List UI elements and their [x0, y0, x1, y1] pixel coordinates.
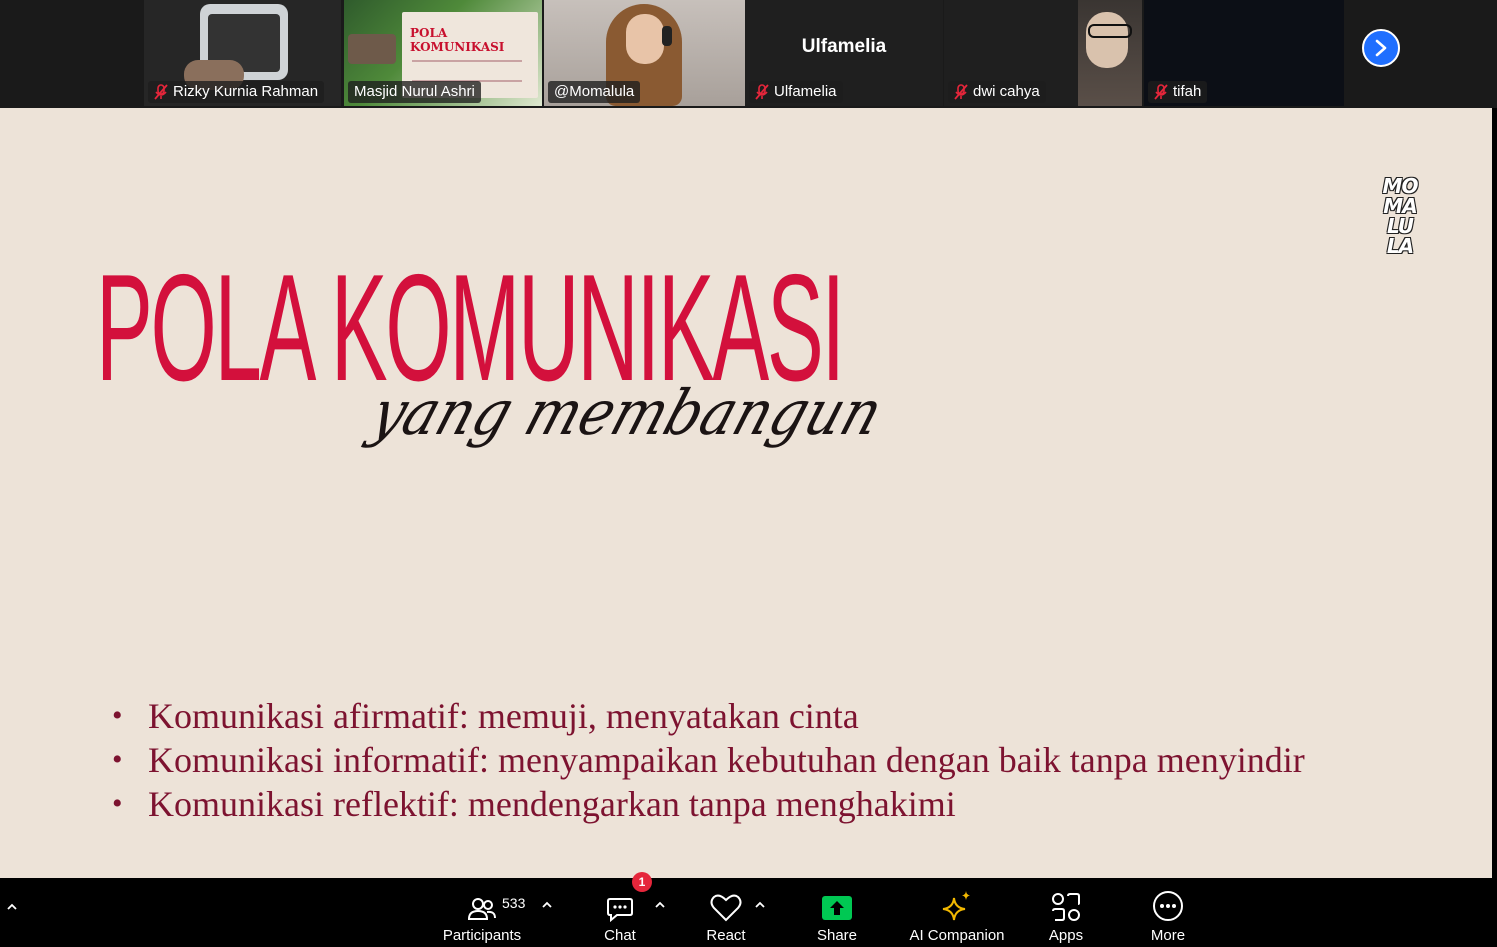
- participants-button[interactable]: Participants: [441, 878, 523, 947]
- react-button[interactable]: React: [705, 878, 747, 947]
- video-tile-tifah[interactable]: tifah: [1144, 0, 1344, 106]
- headset-icon: [662, 26, 672, 46]
- chat-unread-badge: 1: [632, 872, 652, 892]
- participant-name-label: Ulfamelia: [749, 81, 843, 103]
- more-button[interactable]: More: [1146, 878, 1190, 947]
- participant-count: 533: [502, 895, 526, 911]
- shared-screen-slide: MO MA LU LA POLA KOMUNIKASI yang membang…: [0, 108, 1492, 878]
- participant-name-label: dwi cahya: [948, 81, 1046, 103]
- chevron-up-icon[interactable]: [753, 898, 767, 912]
- participant-name-label: tifah: [1148, 81, 1208, 103]
- sparkle-icon: [942, 891, 970, 921]
- video-tile-masjid[interactable]: POLA KOMUNIKASI Masjid Nurul Ashri: [344, 0, 542, 106]
- share-screen-icon: [822, 896, 852, 920]
- muted-mic-icon: [154, 84, 168, 100]
- video-tile-momalula-active-speaker[interactable]: @Momalula: [544, 0, 745, 106]
- chat-icon: [607, 898, 633, 922]
- chevron-up-icon[interactable]: [540, 898, 554, 912]
- participant-display-name: Ulfamelia: [801, 36, 887, 57]
- share-screen-button[interactable]: Share: [813, 878, 861, 947]
- chevron-right-icon: [1375, 39, 1387, 57]
- participants-icon: [468, 898, 496, 920]
- meeting-toolbar: Participants 533 1 Chat React Share AI C…: [0, 872, 1497, 947]
- slide-bullet: Komunikasi reflektif: mendengarkan tanpa…: [112, 782, 1305, 826]
- muted-mic-icon: [1154, 84, 1168, 100]
- slide-bullet-list: Komunikasi afirmatif: memuji, menyatakan…: [112, 694, 1305, 826]
- slide-bullet: Komunikasi afirmatif: memuji, menyatakan…: [112, 694, 1305, 738]
- momalula-logo: MO MA LU LA: [1382, 174, 1419, 258]
- participant-name-label: Rizky Kurnia Rahman: [148, 81, 325, 103]
- muted-mic-icon: [755, 84, 769, 100]
- slide-subtitle: yang membangun: [362, 376, 892, 449]
- chevron-up-icon[interactable]: [653, 898, 667, 912]
- video-tile-dwi-cahya[interactable]: dwi cahya: [944, 0, 1142, 106]
- participant-name-label: @Momalula: [548, 81, 641, 103]
- chat-button[interactable]: 1 Chat: [600, 872, 652, 947]
- more-icon: [1153, 891, 1183, 921]
- slide-bullet: Komunikasi informatif: menyampaikan kebu…: [112, 738, 1305, 782]
- glasses-icon: [1088, 24, 1132, 38]
- apps-icon: [1052, 893, 1080, 921]
- video-tile-rizky[interactable]: Rizky Kurnia Rahman: [144, 0, 341, 106]
- chevron-up-icon[interactable]: [5, 900, 19, 914]
- muted-mic-icon: [954, 84, 968, 100]
- participant-strip: Rizky Kurnia Rahman POLA KOMUNIKASI Masj…: [0, 0, 1497, 108]
- heart-icon: [710, 894, 742, 922]
- ai-companion-button[interactable]: AI Companion: [907, 878, 1007, 947]
- participant-name-label: Masjid Nurul Ashri: [348, 81, 481, 103]
- apps-button[interactable]: Apps: [1046, 878, 1086, 947]
- video-tile-ulfamelia[interactable]: Ulfamelia Ulfamelia: [745, 0, 943, 106]
- next-participants-button[interactable]: [1362, 29, 1400, 67]
